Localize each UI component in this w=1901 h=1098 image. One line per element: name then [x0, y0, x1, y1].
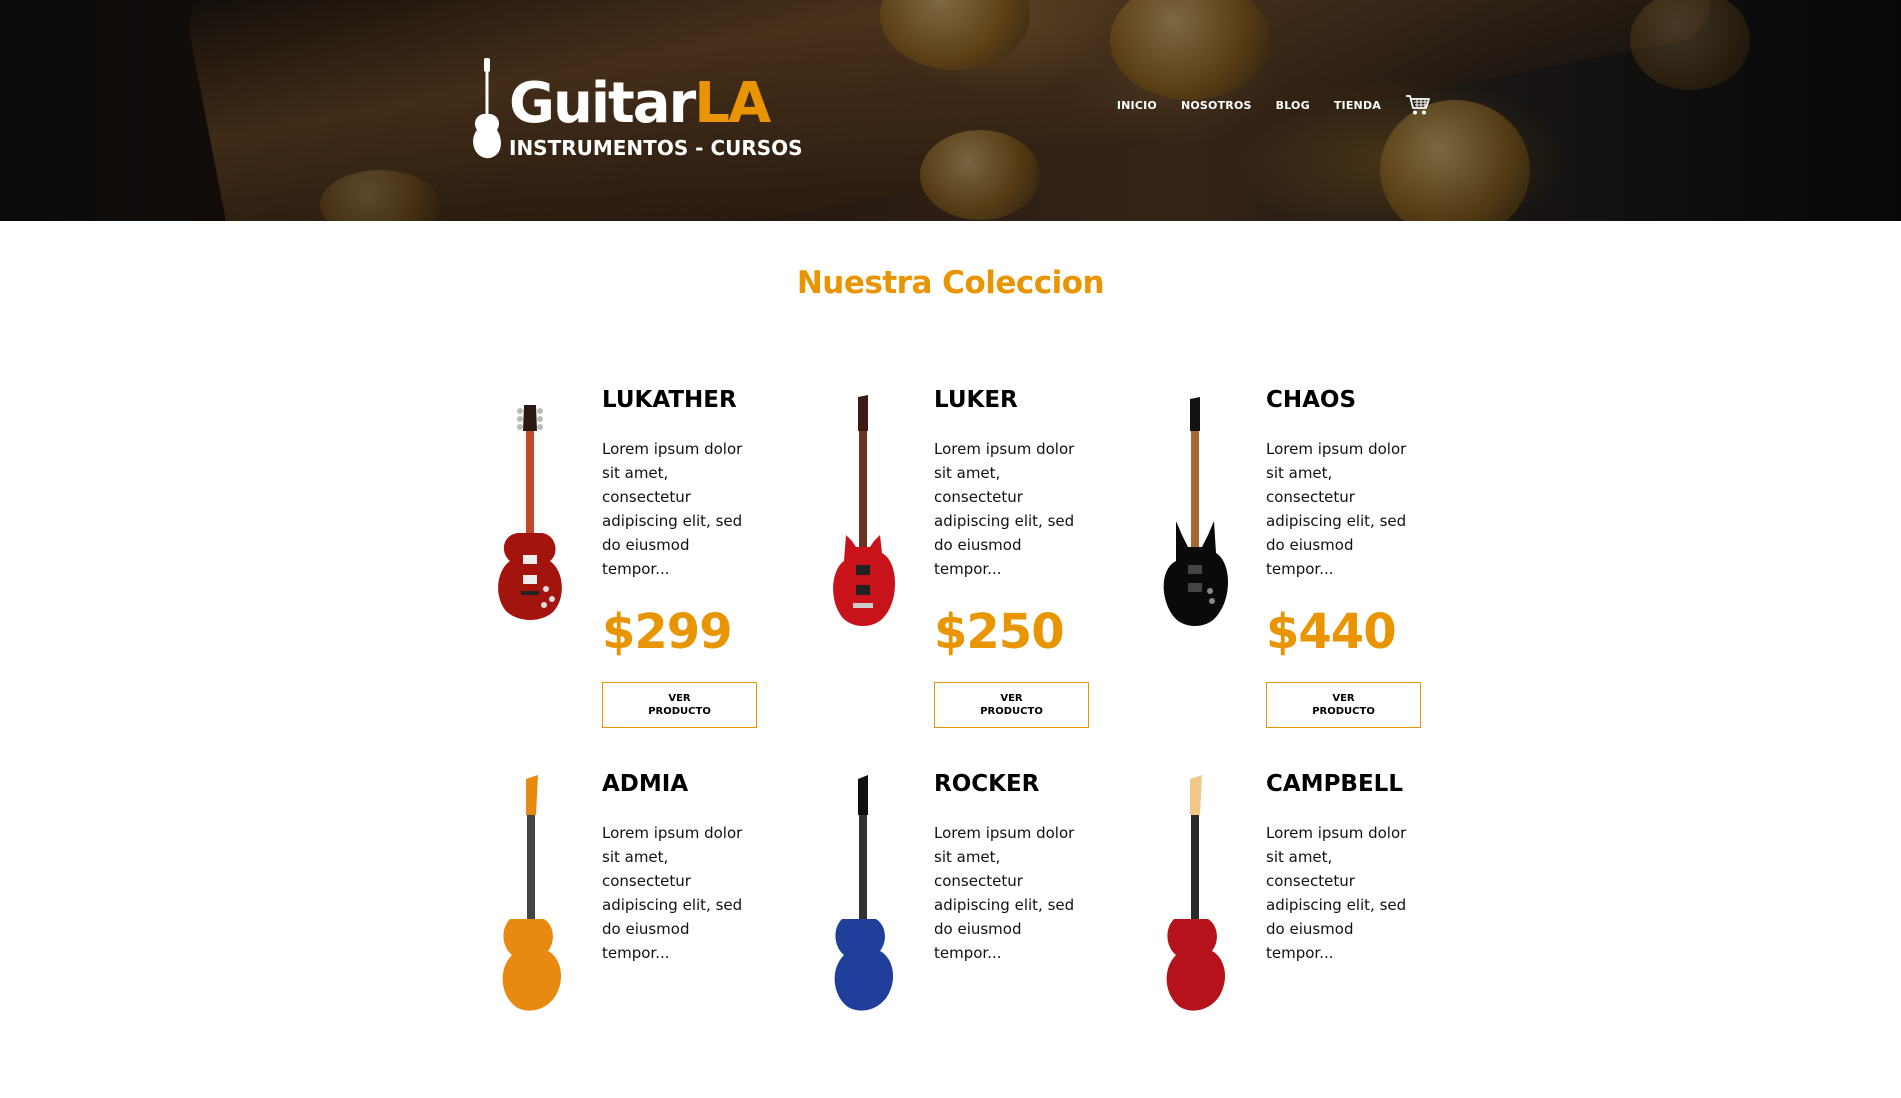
- product-info: CHAOS Lorem ipsum dolor sit amet, consec…: [1266, 385, 1424, 728]
- product-image[interactable]: [1154, 769, 1266, 1029]
- product-price: $250: [934, 604, 1065, 660]
- nav-inicio[interactable]: INICIO: [1117, 99, 1157, 112]
- product-description: Lorem ipsum dolor sit amet, consectetur …: [602, 824, 743, 962]
- product-name: ADMIA: [602, 771, 689, 797]
- product-image[interactable]: [822, 769, 934, 1029]
- product-card: ROCKER Lorem ipsum dolor sit amet, conse…: [822, 769, 1154, 1098]
- product-info: ROCKER Lorem ipsum dolor sit amet, conse…: [934, 769, 1092, 1098]
- product-description: Lorem ipsum dolor sit amet, consectetur …: [1266, 440, 1407, 578]
- product-card: LUKATHER Lorem ipsum dolor sit amet, con…: [490, 385, 822, 728]
- product-name: CAMPBELL: [1266, 771, 1403, 797]
- view-product-button[interactable]: VER PRODUCTO: [602, 682, 757, 728]
- site-header: GuitarLA INSTRUMENTOS - CURSOS INICIO NO…: [0, 0, 1901, 221]
- nav-nosotros[interactable]: NOSOTROS: [1181, 99, 1252, 112]
- product-image[interactable]: [490, 769, 602, 1029]
- main-navigation: INICIO NOSOTROS BLOG TIENDA: [1117, 94, 1431, 116]
- header-bar: GuitarLA INSTRUMENTOS - CURSOS INICIO NO…: [471, 58, 1431, 168]
- product-image[interactable]: [490, 385, 602, 645]
- product-price: $299: [602, 604, 733, 660]
- logo-text: GuitarLA INSTRUMENTOS - CURSOS: [509, 58, 803, 168]
- product-card: ADMIA Lorem ipsum dolor sit amet, consec…: [490, 769, 822, 1098]
- product-card: LUKER Lorem ipsum dolor sit amet, consec…: [822, 385, 1154, 728]
- product-grid: LUKATHER Lorem ipsum dolor sit amet, con…: [490, 385, 1432, 1098]
- product-info: LUKATHER Lorem ipsum dolor sit amet, con…: [602, 385, 760, 728]
- product-description: Lorem ipsum dolor sit amet, consectetur …: [934, 440, 1075, 578]
- product-card: CHAOS Lorem ipsum dolor sit amet, consec…: [1154, 385, 1432, 728]
- product-description: Lorem ipsum dolor sit amet, consectetur …: [602, 440, 743, 578]
- strat-guitar-image: [502, 775, 562, 1011]
- logo-subtitle: INSTRUMENTOS - CURSOS: [509, 136, 803, 160]
- product-name: LUKATHER: [602, 387, 737, 413]
- logo-name-main: Guitar: [509, 71, 696, 136]
- strat-guitar-image: [1166, 775, 1226, 1011]
- logo-name-accent: LA: [694, 71, 771, 136]
- product-image[interactable]: [822, 385, 934, 645]
- shopping-cart-icon[interactable]: [1405, 94, 1431, 116]
- superstrat-guitar-image: [833, 395, 896, 626]
- les-paul-guitar-image: [498, 405, 562, 620]
- product-price: $440: [1266, 604, 1397, 660]
- logo-name: GuitarLA: [509, 76, 803, 132]
- product-name: ROCKER: [934, 771, 1040, 797]
- product-description: Lorem ipsum dolor sit amet, consectetur …: [934, 824, 1075, 962]
- product-info: CAMPBELL Lorem ipsum dolor sit amet, con…: [1266, 769, 1424, 1098]
- superstrat-guitar-image: [834, 775, 894, 1011]
- product-description: Lorem ipsum dolor sit amet, consectetur …: [1266, 824, 1407, 962]
- collection-title: Nuestra Coleccion: [796, 265, 1105, 301]
- guitar-logo-icon: [473, 58, 501, 159]
- product-info: LUKER Lorem ipsum dolor sit amet, consec…: [934, 385, 1092, 728]
- site-logo[interactable]: GuitarLA INSTRUMENTOS - CURSOS: [471, 58, 811, 168]
- product-name: LUKER: [934, 387, 1018, 413]
- product-card: CAMPBELL Lorem ipsum dolor sit amet, con…: [1154, 769, 1432, 1098]
- nav-blog[interactable]: BLOG: [1276, 99, 1310, 112]
- nav-tienda[interactable]: TIENDA: [1334, 99, 1381, 112]
- view-product-button[interactable]: VER PRODUCTO: [1266, 682, 1421, 728]
- superstrat-guitar-image: [1163, 397, 1228, 626]
- product-name: CHAOS: [1266, 387, 1357, 413]
- view-product-button[interactable]: VER PRODUCTO: [934, 682, 1089, 728]
- product-info: ADMIA Lorem ipsum dolor sit amet, consec…: [602, 769, 760, 1098]
- product-image[interactable]: [1154, 385, 1266, 645]
